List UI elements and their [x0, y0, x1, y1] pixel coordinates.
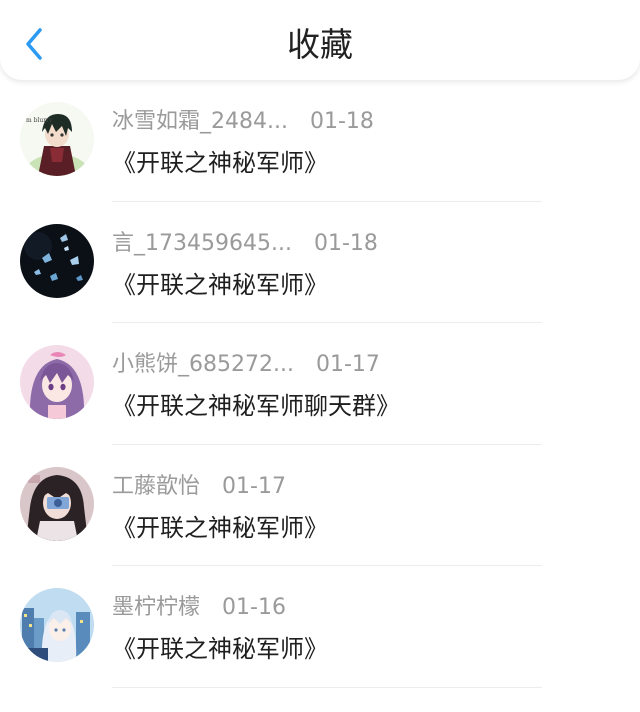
butterflies-avatar: [20, 223, 94, 298]
user-name[interactable]: 墨柠柠檬: [112, 595, 200, 620]
anime-girl-avatar: [20, 345, 94, 420]
collection-title[interactable]: 《开联之神秘军师聊天群》: [112, 389, 400, 423]
page-title: 收藏: [287, 25, 353, 64]
avatar[interactable]: [20, 223, 94, 298]
girl-with-camera-avatar: [20, 466, 94, 541]
user-name[interactable]: 言_173459645...: [112, 231, 292, 256]
anime-boy-avatar: m blurry: [20, 102, 94, 176]
list-item[interactable]: 工藤歆怡 01-17 《开联之神秘军师》: [0, 445, 640, 567]
list-item[interactable]: 墨柠柠檬 01-16 《开联之神秘军师》: [0, 566, 640, 688]
collection-title[interactable]: 《开联之神秘军师》: [112, 268, 328, 302]
date: 01-17: [315, 352, 380, 378]
collection-title[interactable]: 《开联之神秘军师》: [112, 511, 328, 545]
item-meta: 言_173459645... 01-18: [112, 229, 378, 259]
user-name[interactable]: 工藤歆怡: [112, 474, 200, 499]
date: 01-17: [222, 473, 286, 499]
collection-title[interactable]: 《开联之神秘军师》: [112, 632, 328, 666]
item-meta: 冰雪如霜_2484... 01-18: [112, 107, 374, 137]
top-bar: 收藏: [0, 0, 640, 80]
avatar[interactable]: [20, 345, 94, 420]
date: 01-18: [313, 230, 378, 256]
collection-title[interactable]: 《开联之神秘军师》: [112, 146, 328, 180]
user-name[interactable]: 冰雪如霜_2484...: [112, 109, 288, 134]
avatar[interactable]: [20, 466, 94, 541]
favorites-list: m blurry 冰雪如霜_2484... 01-18 《开联之神秘军师》 言_…: [0, 80, 640, 688]
item-meta: 小熊饼_685272... 01-17: [112, 350, 380, 380]
list-item[interactable]: m blurry 冰雪如霜_2484... 01-18 《开联之神秘军师》: [0, 80, 640, 202]
list-item[interactable]: 小熊饼_685272... 01-17 《开联之神秘军师聊天群》: [0, 323, 640, 445]
anime-girl-city-avatar: [20, 588, 94, 663]
item-meta: 墨柠柠檬 01-16: [112, 593, 286, 623]
user-name[interactable]: 小熊饼_685272...: [112, 352, 294, 377]
svg-text:m blurry: m blurry: [26, 117, 53, 124]
avatar[interactable]: [20, 588, 94, 663]
date: 01-18: [309, 109, 374, 134]
avatar[interactable]: m blurry: [20, 102, 94, 176]
item-meta: 工藤歆怡 01-17: [112, 472, 286, 502]
date: 01-16: [222, 595, 286, 621]
divider: [112, 686, 542, 688]
list-item[interactable]: 言_173459645... 01-18 《开联之神秘军师》: [0, 202, 640, 324]
